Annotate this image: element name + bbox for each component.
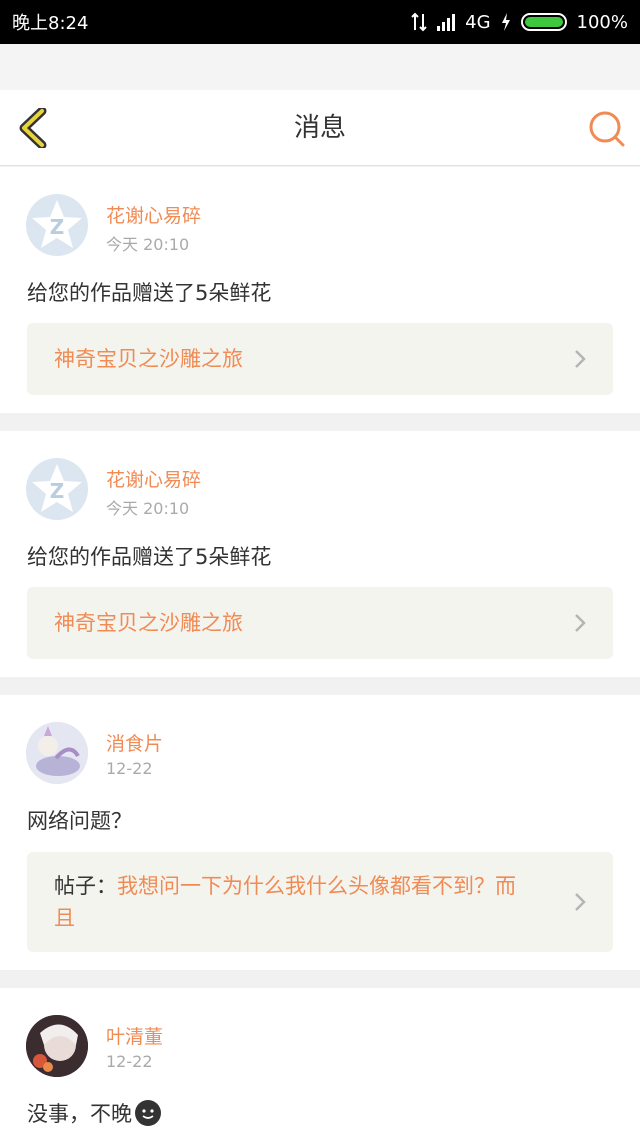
user-name[interactable]: 花谢心易碎 bbox=[106, 201, 201, 228]
svg-text:Z: Z bbox=[50, 479, 65, 503]
linked-work[interactable]: 神奇宝贝之沙雕之旅 bbox=[27, 587, 613, 659]
message-card[interactable]: Z 花谢心易碎 今天 20:10 给您的作品赠送了5朵鲜花 神奇宝贝之沙雕之旅 bbox=[0, 431, 640, 677]
status-bar: 晚上8:24 4G 100% bbox=[0, 0, 640, 44]
message-text: 给您的作品赠送了5朵鲜花 bbox=[27, 281, 272, 305]
message-card[interactable]: 叶清董 12-22 没事，不晚 bbox=[0, 988, 640, 1138]
linked-post-title: 我想问一下为什么我什么头像都看不到？而且 bbox=[54, 874, 516, 930]
charging-icon bbox=[501, 13, 510, 31]
message-text: 给您的作品赠送了5朵鲜花 bbox=[27, 545, 272, 569]
signal-icon bbox=[437, 13, 456, 31]
chevron-right-icon bbox=[575, 893, 586, 911]
avatar[interactable]: Z bbox=[26, 458, 88, 520]
user-name[interactable]: 叶清董 bbox=[106, 1022, 163, 1049]
avatar[interactable] bbox=[26, 722, 88, 784]
qq-zone-icon: Z bbox=[32, 200, 82, 248]
battery-percent: 100% bbox=[576, 11, 628, 33]
avatar-image bbox=[26, 1015, 88, 1077]
network-type: 4G bbox=[465, 11, 491, 33]
avatar[interactable]: Z bbox=[26, 194, 88, 256]
message-time: 今天 20:10 bbox=[106, 499, 190, 518]
user-name[interactable]: 花谢心易碎 bbox=[106, 465, 201, 492]
chevron-right-icon bbox=[575, 350, 586, 368]
data-transfer-icon bbox=[411, 12, 427, 32]
status-time: 晚上8:24 bbox=[12, 13, 89, 34]
battery-icon bbox=[520, 13, 567, 31]
linked-work[interactable]: 神奇宝贝之沙雕之旅 bbox=[27, 323, 613, 395]
linked-post[interactable]: 帖子：我想问一下为什么我什么头像都看不到？而且 bbox=[27, 852, 613, 952]
message-card[interactable]: 消食片 12-22 网络问题？ 帖子：我想问一下为什么我什么头像都看不到？而且 bbox=[0, 695, 640, 970]
post-prefix-label: 帖子： bbox=[54, 874, 117, 898]
header-bar: 消息 bbox=[0, 90, 640, 166]
message-card[interactable]: Z 花谢心易碎 今天 20:10 给您的作品赠送了5朵鲜花 神奇宝贝之沙雕之旅 bbox=[0, 167, 640, 413]
page-title: 消息 bbox=[293, 113, 346, 143]
svg-text:Z: Z bbox=[50, 215, 65, 239]
smile-emoji-icon bbox=[135, 1100, 161, 1126]
user-name[interactable]: 消食片 bbox=[106, 729, 163, 756]
message-text: 没事，不晚 bbox=[27, 1102, 132, 1126]
message-time: 12-22 bbox=[106, 1052, 153, 1071]
message-time: 12-22 bbox=[106, 759, 153, 778]
chevron-right-icon bbox=[575, 614, 586, 632]
message-text: 网络问题？ bbox=[27, 809, 132, 833]
qq-zone-icon: Z bbox=[32, 464, 82, 512]
message-time: 今天 20:10 bbox=[106, 235, 190, 254]
avatar[interactable] bbox=[26, 1015, 88, 1077]
linked-work-title: 神奇宝贝之沙雕之旅 bbox=[54, 347, 243, 371]
avatar-image bbox=[26, 722, 88, 784]
search-icon[interactable] bbox=[588, 110, 626, 148]
linked-work-title: 神奇宝贝之沙雕之旅 bbox=[54, 611, 243, 635]
